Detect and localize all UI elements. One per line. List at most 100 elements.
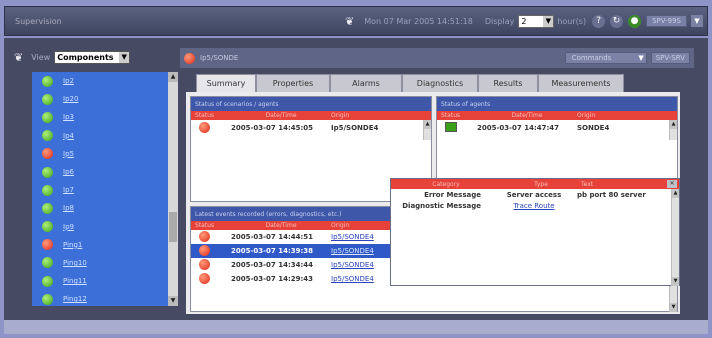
- scroll-up-icon[interactable]: ▲: [672, 189, 679, 198]
- tab-measurements[interactable]: Measurements: [538, 74, 624, 92]
- sidebar-item[interactable]: Ip7: [32, 181, 178, 199]
- status-ok-icon: [42, 130, 53, 142]
- sidebar-item[interactable]: Ip3: [32, 108, 178, 126]
- sidebar-item-label[interactable]: Ip6: [63, 168, 74, 176]
- status-ok-icon: [42, 257, 53, 269]
- server-dropdown-icon[interactable]: ▼: [691, 15, 703, 27]
- row-origin[interactable]: Ip5/SONDE4: [331, 261, 374, 269]
- status-icon[interactable]: ●: [628, 14, 642, 28]
- sidebar-item-label[interactable]: Ip20: [63, 95, 78, 103]
- column-type[interactable]: Type: [501, 181, 581, 188]
- sidebar-item[interactable]: Ping10: [32, 254, 178, 272]
- sidebar-item-label[interactable]: Ip3: [63, 113, 74, 121]
- sidebar-item-label[interactable]: Ip5: [63, 150, 74, 158]
- popup-scrollbar[interactable]: ▲ ▼: [671, 189, 679, 286]
- event-details-popup: Category Type Text ✕ Error Message Serve…: [390, 178, 680, 286]
- row-origin[interactable]: Ip5/SONDE4: [331, 247, 374, 255]
- column-status[interactable]: Status: [437, 112, 477, 119]
- sidebar-item[interactable]: Ip8: [32, 199, 178, 217]
- sidebar-item[interactable]: Ip9: [32, 218, 178, 236]
- server-button[interactable]: SPV-99S: [646, 15, 687, 27]
- sidebar-item-label[interactable]: Ip8: [63, 204, 74, 212]
- table-row[interactable]: 2005-03-07 14:45:05 Ip5/SONDE4: [191, 120, 431, 136]
- column-datetime[interactable]: Date/Time: [477, 112, 577, 119]
- server-label[interactable]: SPV-SRV: [650, 52, 690, 64]
- tab-diagnostics[interactable]: Diagnostics: [402, 74, 478, 92]
- component-list: Ip2 Ip20 Ip3 Ip4 Ip5 Ip6 Ip7 Ip8 Ip9 Ping1 Ping10 P…: [32, 72, 178, 306]
- display-value: 2: [521, 16, 527, 26]
- sidebar-item[interactable]: Ip2: [32, 72, 178, 90]
- refresh-icon[interactable]: ↻: [610, 14, 624, 28]
- column-status[interactable]: Status: [191, 222, 231, 229]
- sidebar-item-label[interactable]: Ping12: [63, 295, 87, 303]
- column-text[interactable]: Text: [581, 181, 641, 188]
- tab-alarms[interactable]: Alarms: [330, 74, 402, 92]
- sidebar-item[interactable]: Ping11: [32, 272, 178, 290]
- network-icon[interactable]: ❦: [14, 51, 23, 64]
- sidebar-item[interactable]: Ip5: [32, 145, 178, 163]
- tab-summary[interactable]: Summary: [196, 74, 256, 92]
- sidebar-item[interactable]: Ip20: [32, 90, 178, 108]
- agents-panel: Status of agents Status Date/Time Origin…: [436, 96, 678, 180]
- sidebar-item[interactable]: Ping12: [32, 290, 178, 308]
- status-ok-icon: [42, 111, 53, 123]
- row-datetime: 2005-03-07 14:44:51: [231, 233, 314, 241]
- scenarios-scrollbar[interactable]: ▲: [423, 120, 431, 140]
- sidebar-item-label[interactable]: Ip7: [63, 186, 74, 194]
- scroll-up-icon[interactable]: ▲: [670, 120, 677, 129]
- top-bar: Supervision ❦ Mon 07 Mar 2005 14:51:18 D…: [4, 6, 708, 36]
- column-status[interactable]: Status: [191, 112, 231, 119]
- column-category[interactable]: Category: [391, 181, 501, 188]
- row-origin[interactable]: Ip5/SONDE4: [331, 233, 374, 241]
- scroll-up-icon[interactable]: ▲: [168, 72, 178, 82]
- commands-select[interactable]: Commands ▼: [564, 52, 647, 64]
- scroll-thumb[interactable]: [169, 212, 177, 242]
- component-list-scrollbar[interactable]: ▲ ▼: [168, 72, 178, 306]
- view-select[interactable]: Components ▼: [54, 50, 131, 64]
- sidebar-item-label[interactable]: Ping11: [63, 277, 87, 285]
- sidebar-item-label[interactable]: Ping1: [63, 241, 82, 249]
- column-origin[interactable]: Origin: [331, 112, 411, 119]
- sidebar-item-label[interactable]: Ip4: [63, 132, 74, 140]
- popup-row[interactable]: Error Message Server access pb port 80 s…: [391, 189, 679, 200]
- column-datetime[interactable]: Date/Time: [231, 222, 331, 229]
- chevron-down-icon: ▼: [543, 15, 554, 27]
- sidebar-item[interactable]: Ping1: [32, 236, 178, 254]
- row-datetime: 2005-03-07 14:39:38: [231, 247, 314, 255]
- sidebar-item[interactable]: Ip6: [32, 163, 178, 181]
- row-origin[interactable]: Ip5/SONDE4: [331, 275, 374, 283]
- tab-bar: Summary Properties Alarms Diagnostics Re…: [196, 74, 624, 92]
- scroll-down-icon[interactable]: ▼: [168, 296, 178, 306]
- row-origin[interactable]: Ip5/SONDE4: [331, 124, 378, 132]
- scroll-up-icon[interactable]: ▲: [424, 120, 431, 129]
- row-type: Server access: [506, 190, 562, 199]
- trace-route-link[interactable]: Trace Route: [491, 202, 577, 210]
- status-ok-icon: [42, 166, 53, 178]
- network-icon[interactable]: ❦: [345, 15, 354, 28]
- status-error-icon: [42, 239, 53, 251]
- sidebar-item-label[interactable]: Ip9: [63, 223, 74, 231]
- tab-results[interactable]: Results: [478, 74, 538, 92]
- sidebar-item-label[interactable]: Ping10: [63, 259, 87, 267]
- table-row[interactable]: 2005-03-07 14:47:47 SONDE4: [437, 120, 677, 136]
- scenarios-title: Status of scenarios / agents: [191, 97, 431, 111]
- agents-scrollbar[interactable]: ▲: [669, 120, 677, 140]
- popup-row[interactable]: Diagnostic Message Trace Route: [391, 200, 679, 211]
- chevron-down-icon: ▼: [119, 51, 130, 63]
- help-icon[interactable]: ?: [592, 14, 606, 28]
- component-path: Ip5/SONDE: [200, 54, 239, 62]
- scroll-down-icon[interactable]: ▼: [670, 303, 677, 312]
- close-icon[interactable]: ✕: [667, 180, 677, 188]
- scroll-down-icon[interactable]: ▼: [672, 277, 679, 286]
- display-select[interactable]: 2 ▼: [518, 14, 555, 28]
- column-origin[interactable]: Origin: [577, 112, 657, 119]
- tab-properties[interactable]: Properties: [256, 74, 330, 92]
- status-ok-icon: [42, 221, 53, 233]
- current-datetime: Mon 07 Mar 2005 14:51:18: [364, 16, 473, 26]
- sidebar-item-label[interactable]: Ip2: [63, 77, 74, 85]
- column-datetime[interactable]: Date/Time: [231, 112, 331, 119]
- component-items: Ip2 Ip20 Ip3 Ip4 Ip5 Ip6 Ip7 Ip8 Ip9 Ping1 Ping10 P…: [32, 72, 178, 308]
- hours-label: hour(s): [557, 16, 587, 26]
- agents-columns: Status Date/Time Origin: [437, 111, 677, 120]
- sidebar-item[interactable]: Ip4: [32, 127, 178, 145]
